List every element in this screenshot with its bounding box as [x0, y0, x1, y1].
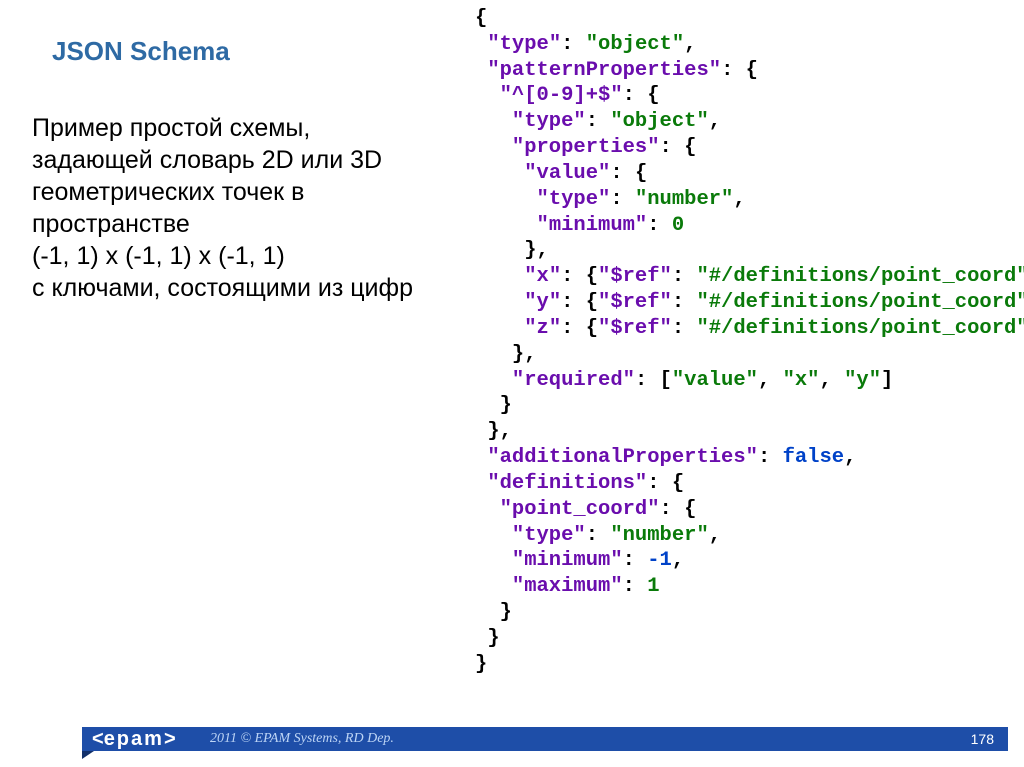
- logo: < epam >: [82, 727, 186, 751]
- angle-right-icon: >: [164, 728, 176, 751]
- description-text: Пример простой схемы, задающей словарь 2…: [32, 112, 432, 304]
- footer: < epam > 2011 © EPAM Systems, RD Dep. 17…: [0, 723, 1024, 767]
- page-number: 178: [971, 731, 994, 747]
- angle-left-icon: <: [92, 728, 104, 751]
- copyright-text: 2011 © EPAM Systems, RD Dep.: [210, 731, 394, 747]
- page-title: JSON Schema: [52, 36, 230, 67]
- slide: JSON Schema Пример простой схемы, задающ…: [0, 0, 1024, 767]
- logo-text: epam: [104, 728, 164, 751]
- code-block: { "type": "object", "patternProperties":…: [475, 6, 1024, 678]
- footer-fold-icon: [82, 751, 94, 759]
- code-line: {: [475, 7, 487, 30]
